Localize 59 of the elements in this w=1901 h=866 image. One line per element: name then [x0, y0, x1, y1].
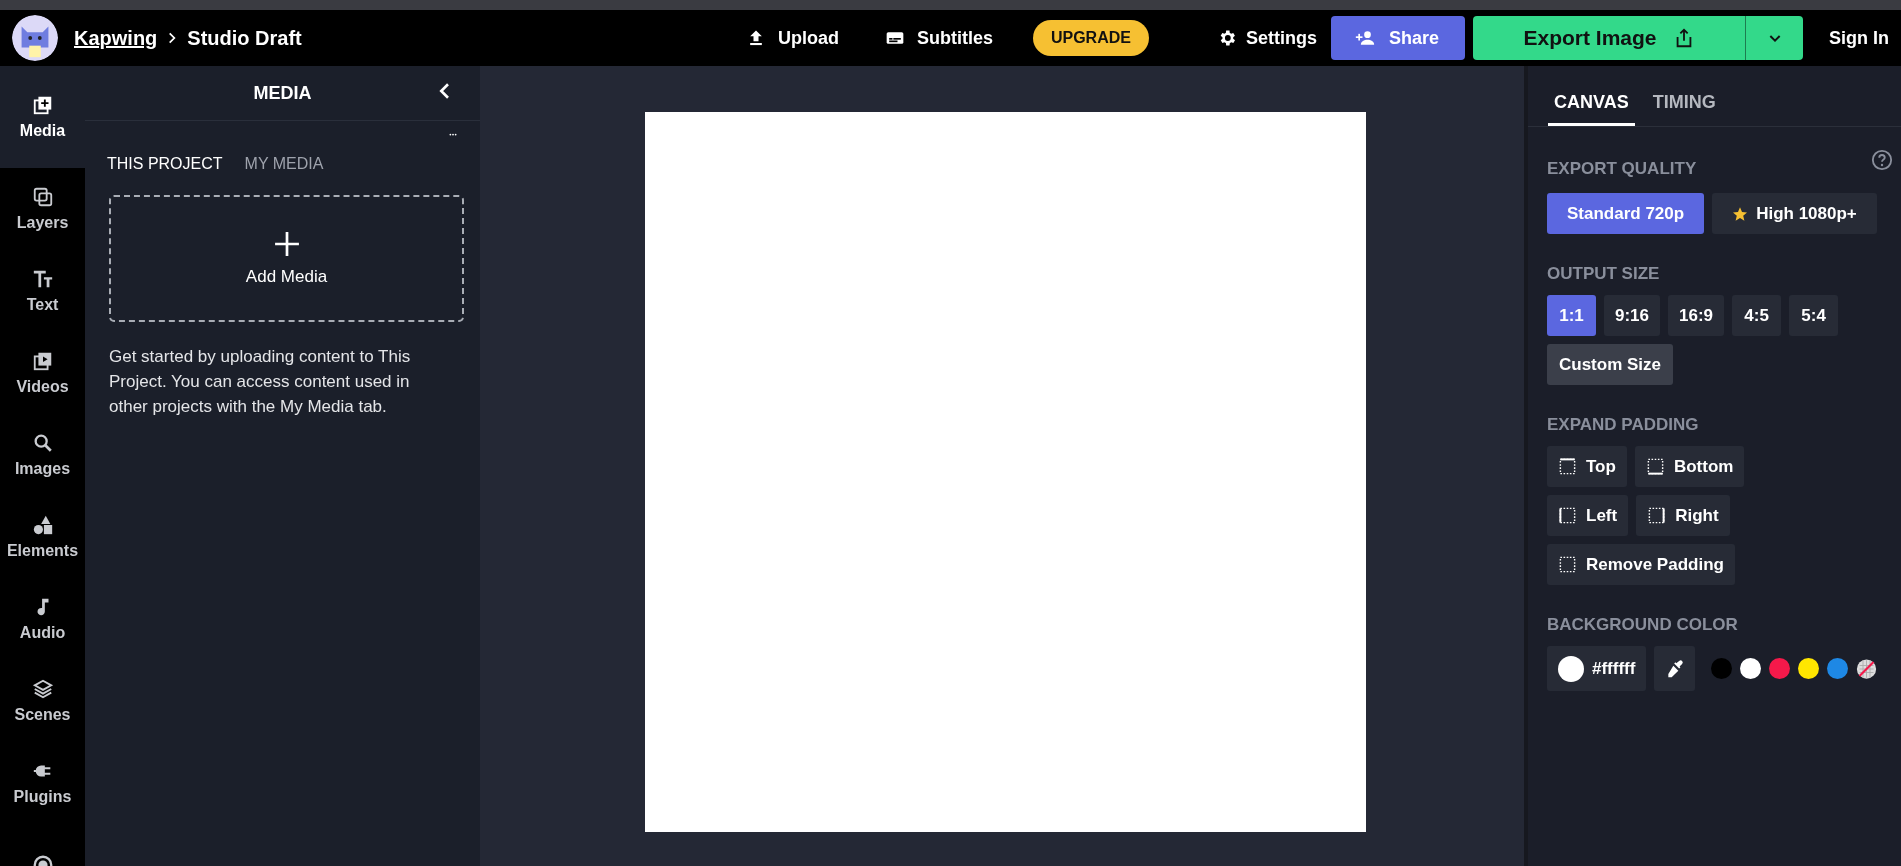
size-option[interactable]: 4:5 [1732, 295, 1782, 336]
media-tab[interactable]: THIS PROJECT [107, 155, 223, 173]
color-swatch[interactable] [1711, 658, 1733, 679]
subtitles-button[interactable]: Subtitles [874, 17, 1003, 59]
current-color-dot [1558, 655, 1584, 682]
inspector-tab[interactable]: CANVAS [1548, 92, 1635, 126]
color-swatch[interactable] [1798, 658, 1820, 679]
project-title: Studio Draft [187, 26, 302, 50]
brand-link[interactable]: Kapwing [74, 26, 158, 50]
transparent-swatch[interactable] [1856, 658, 1878, 679]
plus-icon [273, 230, 300, 257]
shapes-icon [31, 514, 54, 536]
pad-right-icon [1647, 506, 1667, 525]
color-value-button[interactable]: #ffffff [1547, 646, 1647, 691]
video-icon [31, 350, 54, 372]
add-media-dropzone[interactable]: Add Media [109, 195, 464, 322]
size-option[interactable]: 16:9 [1668, 295, 1725, 336]
section-heading: EXPAND PADDING [1547, 415, 1700, 435]
color-swatch[interactable] [1769, 658, 1791, 679]
custom-size-button[interactable]: Custom Size [1547, 344, 1674, 385]
cat-avatar-icon [12, 15, 58, 61]
stack-icon [31, 678, 54, 700]
size-option[interactable]: 5:4 [1789, 295, 1839, 336]
section-heading: OUTPUT SIZE [1547, 264, 1661, 284]
padding-button[interactable]: Top [1547, 446, 1627, 487]
upload-button[interactable]: Upload [735, 17, 849, 59]
section-heading: EXPORT QUALITY [1547, 159, 1697, 179]
quality-option[interactable]: Standard 720p [1547, 193, 1705, 234]
help-text: Get started by uploading content to This Project. You can access content used in other projects with the My Media tab. [109, 346, 412, 418]
dotted-square-icon [1558, 555, 1577, 574]
settings-button[interactable]: Settings [1206, 17, 1327, 59]
upgrade-button[interactable]: UPGRADE [1032, 20, 1149, 56]
sign-in-link[interactable]: Sign In [1823, 17, 1895, 59]
padding-button[interactable]: Left [1547, 495, 1629, 536]
quality-option[interactable]: High 1080p+ [1712, 193, 1877, 234]
padding-button[interactable]: Bottom [1634, 446, 1745, 487]
text-icon [31, 268, 54, 290]
size-option[interactable]: 1:1 [1547, 295, 1596, 336]
inspector-tab[interactable]: TIMING [1646, 92, 1722, 126]
pad-top-icon [1558, 457, 1577, 476]
share-button[interactable]: Share [1330, 16, 1465, 60]
pad-left-icon [1558, 506, 1577, 525]
pad-bottom-icon [1645, 457, 1665, 476]
padding-button[interactable]: Right [1636, 495, 1730, 536]
panel-title: MEDIA [253, 82, 312, 104]
color-swatch[interactable] [1827, 658, 1849, 679]
layers-icon [31, 186, 54, 208]
export-button[interactable]: Export Image [1473, 16, 1745, 60]
add-media-icon [31, 94, 54, 116]
size-option[interactable]: 9:16 [1604, 295, 1661, 336]
padding-button[interactable]: Remove Padding [1547, 544, 1735, 585]
help-icon [1871, 149, 1893, 171]
media-tab[interactable]: MY MEDIA [244, 155, 324, 173]
color-swatch[interactable] [1740, 658, 1762, 679]
eyedropper-button[interactable] [1654, 646, 1696, 691]
export-dropdown-button[interactable] [1745, 16, 1803, 60]
no-color-icon [1856, 658, 1878, 680]
section-heading: BACKGROUND COLOR [1547, 615, 1739, 635]
sidebar-item[interactable]: Media [0, 66, 85, 168]
